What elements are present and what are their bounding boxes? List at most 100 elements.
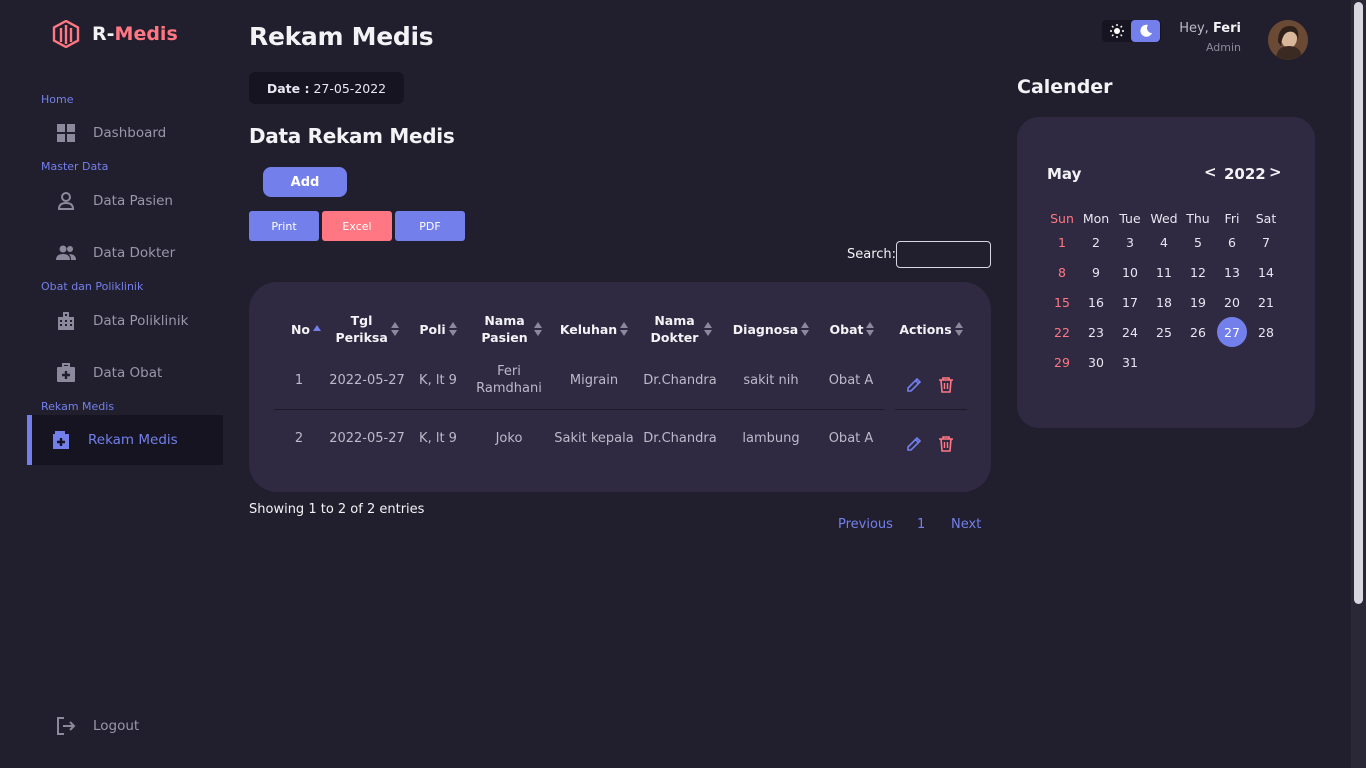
sort-icon	[954, 322, 963, 336]
avatar[interactable]	[1268, 20, 1308, 60]
date-label: Date :	[266, 80, 310, 96]
sidebar-item-data-pasien[interactable]: Data Pasien	[27, 176, 223, 226]
delete-icon[interactable]	[937, 376, 955, 394]
edit-icon[interactable]	[905, 435, 923, 453]
calendar-day[interactable]: 14	[1251, 257, 1281, 287]
column-header-no[interactable]: No	[285, 312, 327, 346]
calendar-day[interactable]: 25	[1149, 317, 1179, 347]
scrollbar[interactable]	[1351, 0, 1366, 768]
table-cell: K, lt 9	[419, 430, 457, 446]
calendar-prev-year[interactable]: <	[1204, 163, 1217, 181]
calendar-day[interactable]: 28	[1251, 317, 1281, 347]
column-header-tgl-periksa[interactable]: Tgl Periksa	[327, 312, 407, 346]
column-header-obat[interactable]: Obat	[819, 312, 885, 346]
calendar-day[interactable]: 19	[1183, 287, 1213, 317]
brand-prefix: R-	[92, 23, 115, 45]
calendar-day[interactable]: 17	[1115, 287, 1145, 317]
logout-button[interactable]: Logout	[27, 701, 223, 751]
sidebar-item-rekam-medis[interactable]: Rekam Medis	[27, 415, 223, 465]
table-cell: Dr.Chandra	[643, 430, 717, 446]
calendar-day[interactable]: 7	[1251, 227, 1281, 257]
column-header-diagnosa[interactable]: Diagnosa	[723, 312, 819, 346]
sidebar-item-label: Data Poliklinik	[93, 313, 189, 329]
calendar-day[interactable]: 6	[1217, 227, 1247, 257]
add-button[interactable]: Add	[263, 167, 347, 197]
calendar: May < 2022 > Sun Mon Tue Wed Thu Fri Sat 1 2 3 4 5 6…	[1017, 117, 1315, 428]
calendar-day[interactable]: 12	[1183, 257, 1213, 287]
sidebar-item-data-poliklinik[interactable]: Data Poliklinik	[27, 296, 223, 346]
section-label-rekam-medis: Rekam Medis	[41, 400, 115, 413]
calendar-next-year[interactable]: >	[1269, 163, 1282, 181]
calendar-day[interactable]: 15	[1047, 287, 1077, 317]
calendar-day[interactable]: 5	[1183, 227, 1213, 257]
row-divider	[274, 409, 884, 410]
calendar-day[interactable]: 21	[1251, 287, 1281, 317]
table-cell: K, lt 9	[419, 372, 457, 388]
calendar-day[interactable]: 8	[1047, 257, 1077, 287]
calendar-day[interactable]: 31	[1115, 347, 1145, 377]
column-header-nama-dokter[interactable]: Nama Dokter	[637, 312, 723, 346]
pager-previous[interactable]: Previous	[838, 517, 893, 532]
calendar-day[interactable]: 23	[1081, 317, 1111, 347]
pdf-button[interactable]: PDF	[395, 211, 465, 241]
delete-icon[interactable]	[937, 435, 955, 453]
print-button[interactable]: Print	[249, 211, 319, 241]
header-label: Nama Pasien	[481, 313, 528, 345]
pager-page-1[interactable]: 1	[917, 517, 925, 532]
calendar-day[interactable]: 30	[1081, 347, 1111, 377]
calendar-day[interactable]: 13	[1217, 257, 1247, 287]
calendar-day[interactable]: 10	[1115, 257, 1145, 287]
search-input[interactable]	[896, 241, 991, 268]
header-label: Tgl Periksa	[335, 313, 388, 345]
header-label: Actions	[899, 321, 952, 337]
header-label: No	[290, 321, 311, 337]
calendar-day[interactable]: 2	[1081, 227, 1111, 257]
brand-accent: Medis	[114, 23, 178, 45]
section-label-home: Home	[41, 93, 74, 106]
moon-icon[interactable]	[1131, 20, 1160, 42]
column-header-nama-pasien[interactable]: Nama Pasien	[469, 312, 551, 346]
sidebar-item-data-dokter[interactable]: Data Dokter	[27, 228, 223, 278]
calendar-day[interactable]: 11	[1149, 257, 1179, 287]
column-header-actions[interactable]: Actions	[895, 312, 967, 346]
calendar-day[interactable]: 29	[1047, 347, 1077, 377]
calendar-day-today[interactable]: 27	[1217, 317, 1247, 347]
sidebar-item-data-obat[interactable]: Data Obat	[27, 348, 223, 398]
sidebar-item-dashboard[interactable]: Dashboard	[27, 108, 223, 158]
table-cell: 2	[294, 430, 304, 446]
sidebar-item-label: Rekam Medis	[88, 432, 178, 448]
pager-next[interactable]: Next	[951, 517, 981, 532]
edit-icon[interactable]	[905, 376, 923, 394]
calendar-day[interactable]: 26	[1183, 317, 1213, 347]
column-header-keluhan[interactable]: Keluhan	[551, 312, 637, 346]
calendar-day[interactable]: 18	[1149, 287, 1179, 317]
sort-icon	[620, 322, 629, 336]
calendar-title: Calender	[1017, 76, 1113, 98]
calendar-day[interactable]: 3	[1115, 227, 1145, 257]
sun-icon[interactable]	[1102, 20, 1131, 42]
brand-name: R-Medis	[92, 23, 178, 45]
brand[interactable]: R-Medis	[52, 20, 178, 48]
calendar-day[interactable]: 4	[1149, 227, 1179, 257]
column-header-poli[interactable]: Poli	[407, 312, 469, 346]
person-icon	[55, 190, 77, 212]
page-title: Rekam Medis	[249, 22, 434, 51]
calendar-day[interactable]: 9	[1081, 257, 1111, 287]
section-title: Data Rekam Medis	[249, 124, 455, 148]
table-cell: sakit nih	[743, 372, 799, 388]
scrollbar-thumb[interactable]	[1354, 2, 1363, 604]
theme-toggle[interactable]	[1102, 20, 1161, 42]
table-cell: 2022-05-27	[329, 430, 405, 446]
sidebar-item-label: Data Dokter	[93, 245, 176, 261]
greeting: Hey, Feri	[1179, 21, 1241, 36]
logout-label: Logout	[93, 718, 140, 734]
calendar-day[interactable]: 16	[1081, 287, 1111, 317]
excel-button[interactable]: Excel	[322, 211, 392, 241]
sort-icon	[390, 322, 399, 336]
calendar-day[interactable]: 20	[1217, 287, 1247, 317]
calendar-day[interactable]: 24	[1115, 317, 1145, 347]
calendar-day[interactable]: 22	[1047, 317, 1077, 347]
calendar-day[interactable]: 1	[1047, 227, 1077, 257]
section-label-obat-poliklinik: Obat dan Poliklinik	[41, 280, 144, 293]
people-icon	[55, 242, 77, 264]
